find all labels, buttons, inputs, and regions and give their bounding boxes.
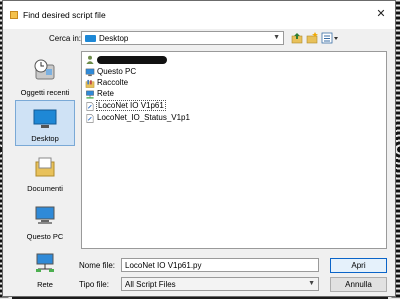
open-button[interactable]: Apri [330, 258, 387, 273]
place-label: Questo PC [26, 232, 64, 241]
script-file-icon [86, 101, 94, 111]
file-name: Raccolte [97, 78, 129, 87]
place-label: Oggetti recenti [20, 88, 70, 97]
filetype-value: All Script Files [125, 280, 176, 289]
libraries-icon [85, 79, 95, 88]
place-label: Documenti [27, 184, 63, 193]
file-list[interactable]: Questo PC Raccolte Rete LocoNet IO V1p61 [81, 51, 387, 249]
view-menu-button[interactable] [321, 32, 339, 44]
place-recent[interactable]: Oggetti recenti [15, 53, 75, 99]
place-label: Rete [37, 280, 53, 289]
user-folder-icon [86, 56, 94, 65]
recent-items-icon [34, 59, 55, 80]
file-name: LocoNet_IO_Status_V1p1 [97, 113, 190, 122]
computer-icon [35, 206, 55, 224]
lookin-value: Desktop [99, 34, 129, 43]
cancel-button[interactable]: Annulla [330, 277, 387, 292]
title-bar: Find desired script file ✕ [3, 1, 395, 29]
filetype-label: Tipo file: [79, 280, 109, 289]
close-button[interactable]: ✕ [375, 8, 387, 20]
places-bar: Oggetti recenti Desktop Documenti Questo… [15, 51, 75, 291]
file-chooser-dialog: Find desired script file ✕ Cerca in: Des… [2, 0, 396, 297]
filename-input[interactable]: LocoNet IO V1p61.py [121, 258, 319, 272]
folder-icon [85, 35, 96, 42]
list-item-script-selected[interactable]: LocoNet IO V1p61 [85, 100, 166, 111]
chevron-down-icon: ▼ [273, 34, 280, 41]
documents-icon [35, 157, 55, 177]
lookin-combo[interactable]: Desktop ▼ [81, 31, 284, 45]
place-thispc[interactable]: Questo PC [15, 197, 75, 243]
network-icon [36, 253, 54, 272]
chevron-down-icon: ▼ [308, 280, 315, 287]
file-name: Questo PC [97, 67, 137, 76]
window-title: Find desired script file [23, 10, 106, 20]
list-item-network[interactable]: Rete [85, 89, 114, 99]
file-name: Rete [97, 89, 114, 98]
network-icon [86, 90, 94, 99]
desktop-icon [33, 109, 57, 128]
script-file-icon [86, 113, 94, 123]
filename-label: Nome file: [79, 261, 116, 270]
computer-icon [85, 68, 95, 76]
list-item-user[interactable] [85, 55, 167, 65]
up-folder-button[interactable] [291, 32, 303, 44]
file-name: LocoNet IO V1p61 [96, 100, 166, 111]
place-documents[interactable]: Documenti [15, 149, 75, 195]
place-network[interactable]: Rete [15, 245, 75, 291]
app-icon [10, 11, 18, 19]
filename-value: LocoNet IO V1p61.py [125, 261, 202, 270]
place-desktop[interactable]: Desktop [15, 100, 75, 146]
filetype-combo[interactable]: All Script Files ▼ [121, 277, 319, 291]
place-label: Desktop [31, 134, 59, 143]
redacted-name [97, 55, 167, 64]
new-folder-button[interactable] [306, 32, 318, 44]
list-item-libraries[interactable]: Raccolte [85, 78, 128, 88]
lookin-label: Cerca in: [49, 34, 82, 43]
list-item-script[interactable]: LocoNet_IO_Status_V1p1 [85, 113, 190, 123]
list-item-thispc[interactable]: Questo PC [85, 67, 136, 77]
